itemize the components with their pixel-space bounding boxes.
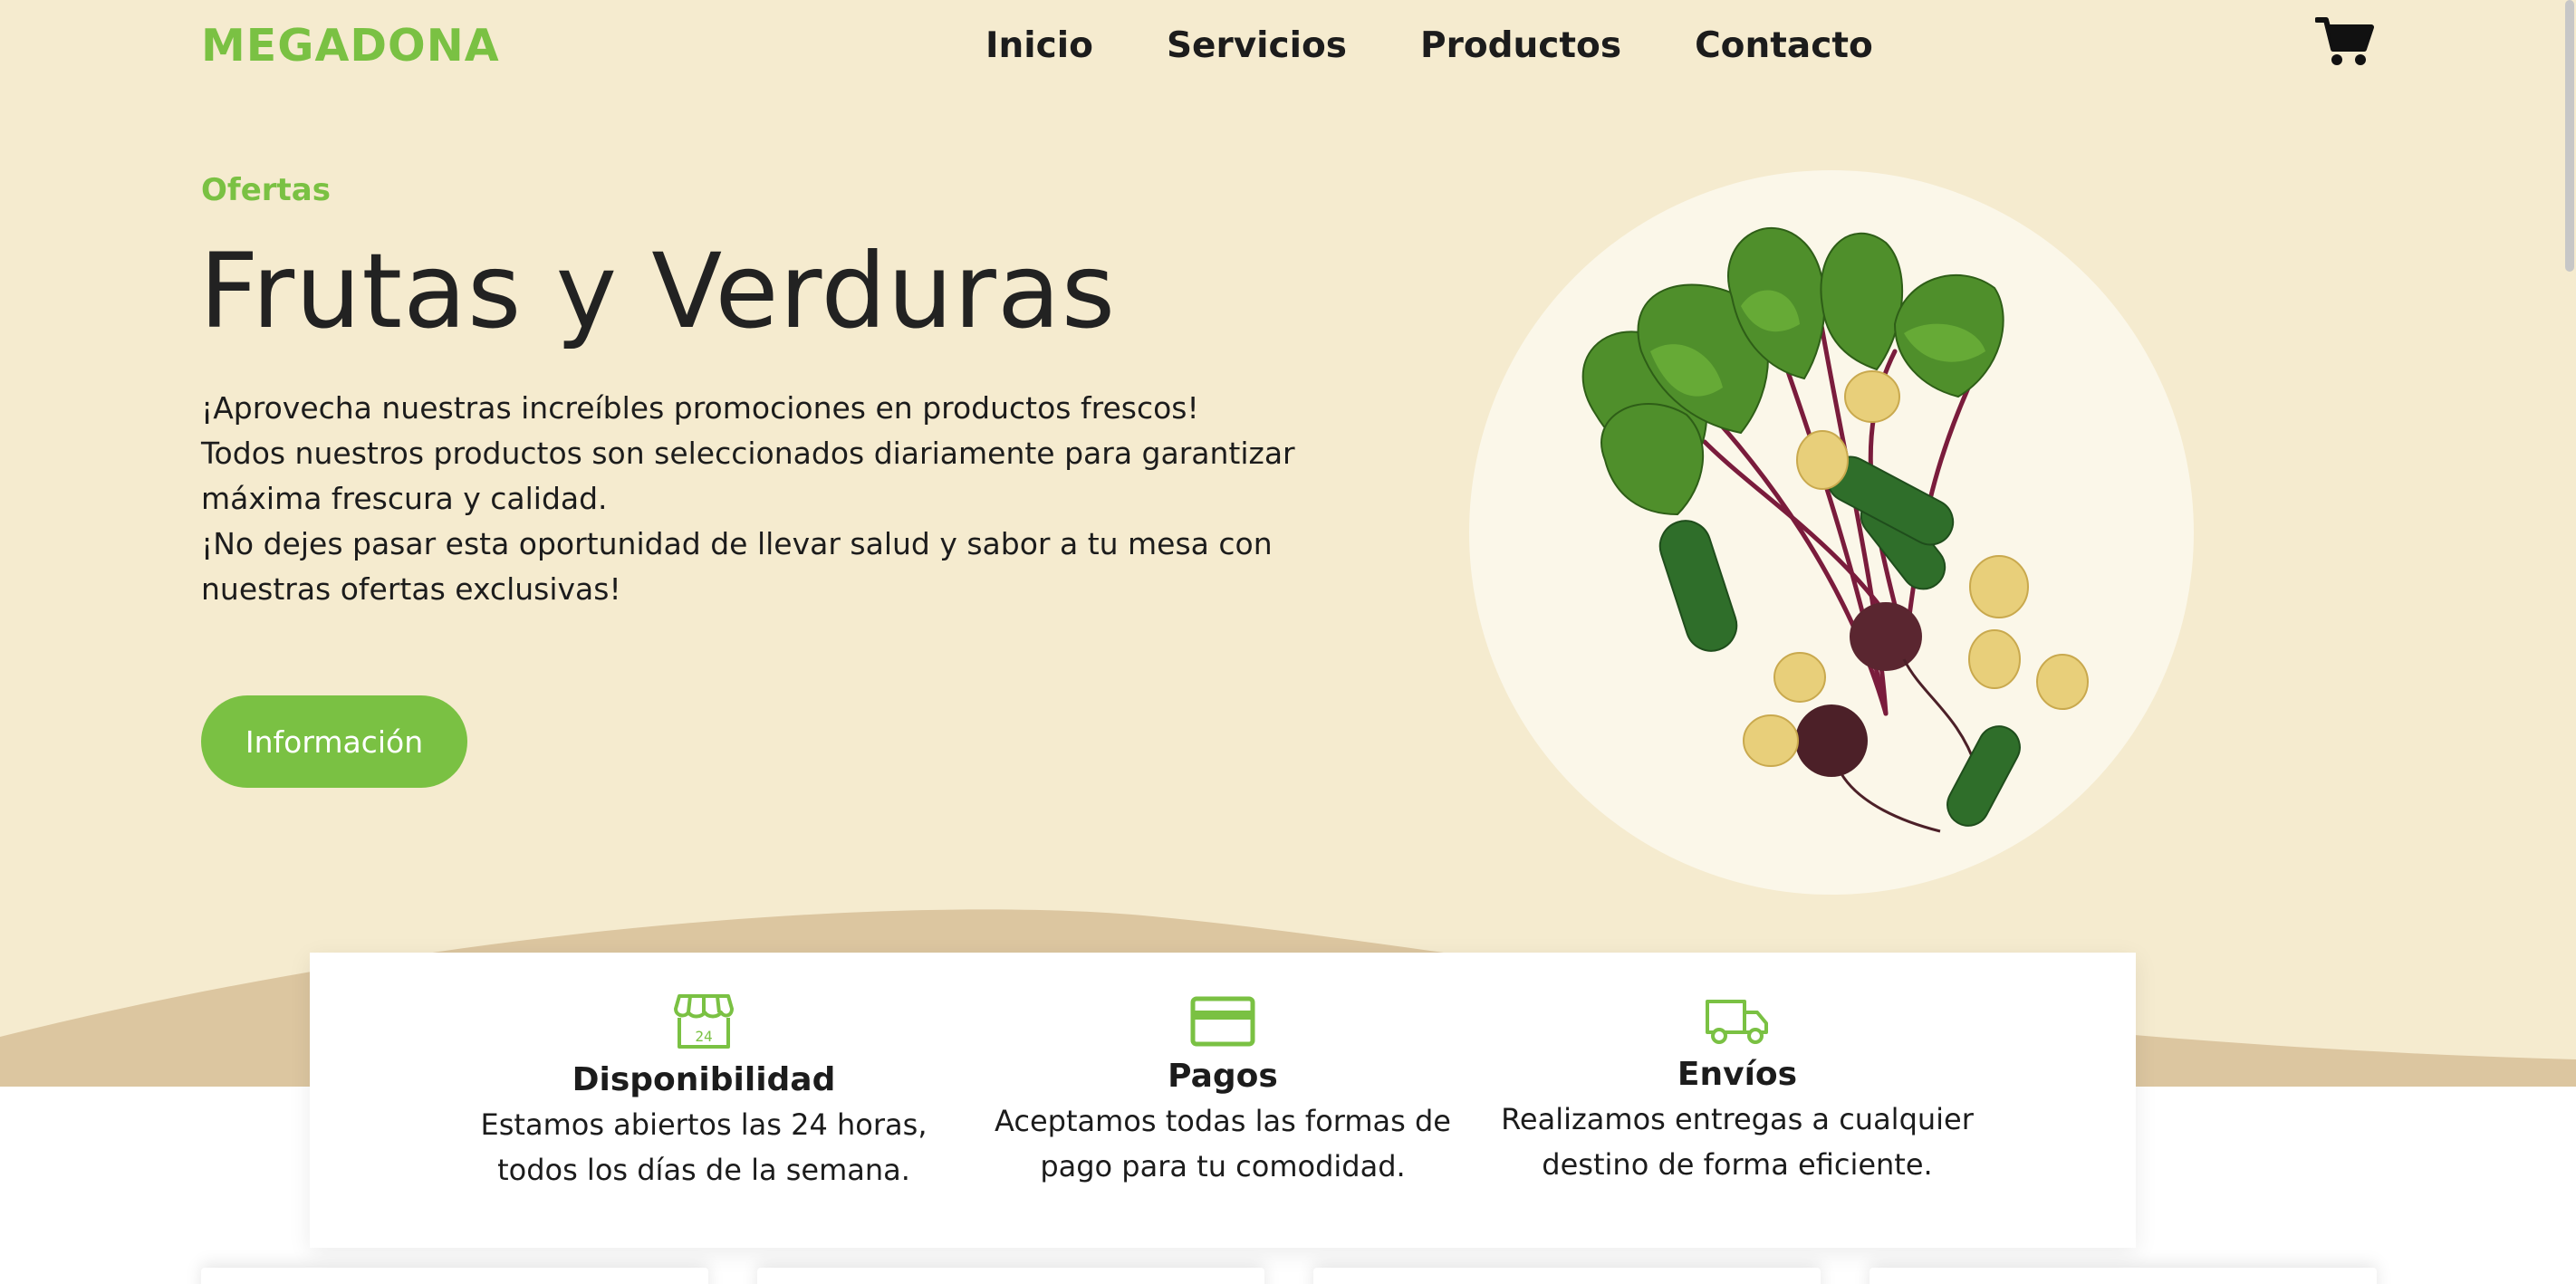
hero-description-line: Todos nuestros productos son seleccionad… [201,436,1295,471]
hero-description-line: nuestras ofertas exclusivas! [201,571,621,607]
hero-eyebrow: Ofertas [201,172,331,208]
feature-disponibilidad: 24 Disponibilidad Estamos abiertos las 2… [450,992,957,1193]
scrollbar[interactable] [2563,0,2576,1284]
feature-title: Pagos [1168,1058,1278,1095]
feature-title: Disponibilidad [572,1061,836,1098]
main-nav: Inicio Servicios Productos Contacto [985,25,1946,66]
nav-productos[interactable]: Productos [1420,25,1621,66]
nav-inicio[interactable]: Inicio [985,25,1093,66]
hero-title: Frutas y Verduras [199,231,1117,351]
product-card [757,1268,1264,1284]
feature-envios: Envíos Realizamos entregas a cualquier d… [1484,998,1991,1187]
product-card [1313,1268,1821,1284]
nav-contacto[interactable]: Contacto [1695,25,1873,66]
feature-description-line: Estamos abiertos las 24 horas, [480,1107,928,1142]
product-card [201,1268,708,1284]
features-card: 24 Disponibilidad Estamos abiertos las 2… [310,953,2136,1248]
nav-servicios[interactable]: Servicios [1167,25,1347,66]
feature-pagos: Pagos Aceptamos todas las formas de pago… [969,996,1476,1189]
feature-title: Envíos [1677,1056,1798,1093]
feature-description-line: Aceptamos todas las formas de [995,1104,1451,1138]
feature-description-line: destino de forma eficiente. [1542,1147,1933,1182]
hero-description-line: ¡No dejes pasar esta oportunidad de llev… [201,526,1273,561]
delivery-truck-icon [1706,1000,1768,1044]
page: MEGADONA Inicio Servicios Productos Cont… [0,0,2576,1284]
feature-description-line: pago para tu comodidad. [1040,1149,1406,1183]
svg-text:24: 24 [695,1028,712,1045]
feature-description-line: todos los días de la semana. [497,1153,910,1187]
hero-description-line: máxima frescura y calidad. [201,481,608,516]
scrollbar-thumb[interactable] [2565,0,2574,272]
hero-description-line: ¡Aprovecha nuestras increíbles promocion… [201,390,1199,426]
vegetables-image [1581,226,2089,833]
product-card [1870,1268,2377,1284]
info-button[interactable]: Información [201,695,467,788]
site-logo[interactable]: MEGADONA [201,20,500,72]
shopping-cart-icon[interactable] [2315,14,2375,69]
store-24h-icon: 24 [674,994,734,1049]
feature-description-line: Realizamos entregas a cualquier [1501,1102,1974,1136]
hero-description: ¡Aprovecha nuestras increíbles promocion… [201,386,1333,612]
credit-card-icon [1190,996,1255,1047]
